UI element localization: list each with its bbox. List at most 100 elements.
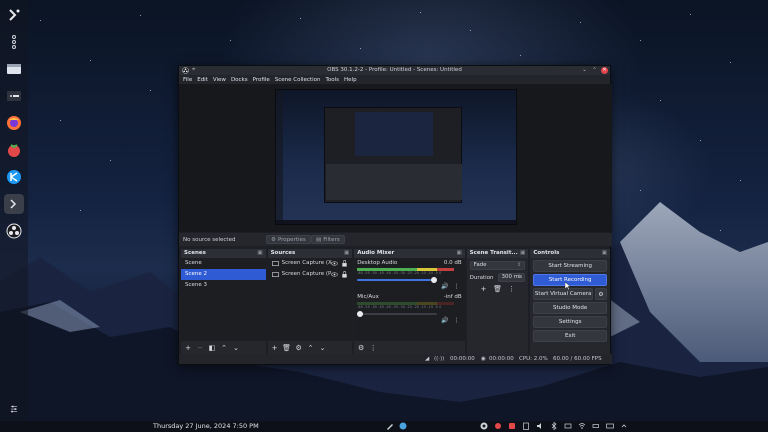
controls-dock-header[interactable]: Controls ▣ bbox=[530, 249, 610, 258]
speaker-icon[interactable]: 🔊 bbox=[441, 317, 448, 324]
menu-profile[interactable]: Profile bbox=[253, 77, 270, 83]
app-circle-icon[interactable] bbox=[399, 422, 407, 430]
wifi-icon[interactable] bbox=[578, 422, 586, 430]
dock-float-icon[interactable]: ▣ bbox=[520, 249, 525, 258]
menu-docks[interactable]: Docks bbox=[231, 77, 248, 83]
channel-menu-icon[interactable]: ⋮ bbox=[454, 283, 460, 290]
settings-button[interactable]: Settings bbox=[533, 316, 607, 328]
add-transition-button[interactable]: + bbox=[480, 285, 488, 293]
start-virtual-camera-button[interactable]: Start Virtual Camera bbox=[533, 288, 593, 300]
tray-expand-icon[interactable] bbox=[620, 422, 628, 430]
firefox-icon[interactable] bbox=[4, 113, 24, 133]
stream-time: 00:00:00 bbox=[450, 356, 475, 362]
clock[interactable]: Thursday 27 June, 2024 7:50 PM bbox=[153, 422, 259, 430]
dock-float-icon[interactable]: ▣ bbox=[602, 249, 607, 258]
remove-transition-icon[interactable]: 🗑 bbox=[493, 285, 502, 293]
duration-label: Duration bbox=[469, 274, 494, 281]
properties-button[interactable]: ⚙ Properties bbox=[266, 235, 311, 244]
clipboard-icon[interactable] bbox=[522, 422, 530, 430]
exit-button[interactable]: Exit bbox=[533, 330, 607, 342]
advanced-audio-icon[interactable]: ⚙ bbox=[357, 344, 365, 352]
maximize-button[interactable]: ⌃ bbox=[591, 67, 598, 74]
add-source-button[interactable]: + bbox=[271, 344, 279, 352]
mixer-footer: ⚙ ⋮ bbox=[354, 341, 465, 354]
duration-spinbox[interactable]: 300 ms ⇕ bbox=[497, 273, 526, 282]
channel-menu-icon[interactable]: ⋮ bbox=[454, 317, 460, 324]
add-scene-button[interactable]: + bbox=[184, 344, 192, 352]
dock-float-icon[interactable]: ▣ bbox=[456, 249, 461, 258]
menu-scene-collection[interactable]: Scene Collection bbox=[275, 77, 321, 83]
obs-icon[interactable] bbox=[4, 221, 24, 241]
transitions-dock-header[interactable]: Scene Transit... ▣ bbox=[466, 249, 529, 258]
no-source-label: No source selected bbox=[183, 236, 236, 243]
mixer-menu-icon[interactable]: ⋮ bbox=[369, 344, 377, 352]
taskmanager-icon[interactable] bbox=[4, 86, 24, 106]
scene-item[interactable]: Scene bbox=[181, 258, 266, 269]
terminal-icon[interactable] bbox=[4, 194, 24, 214]
volume-slider[interactable] bbox=[357, 277, 438, 283]
scene-item[interactable]: Scene 3 bbox=[181, 280, 266, 291]
speaker-icon[interactable]: 🔊 bbox=[441, 283, 448, 290]
bluetooth-icon[interactable] bbox=[550, 422, 558, 430]
transition-select[interactable]: Fade ⇕ bbox=[469, 261, 526, 270]
menu-file[interactable]: File bbox=[183, 77, 192, 83]
dock-float-icon[interactable]: ▣ bbox=[257, 249, 262, 258]
preview-area bbox=[179, 84, 612, 232]
start-streaming-button[interactable]: Start Streaming bbox=[533, 260, 607, 272]
menu-edit[interactable]: Edit bbox=[197, 77, 208, 83]
dock-float-icon[interactable]: ▣ bbox=[344, 249, 349, 258]
taskbar: Thursday 27 June, 2024 7:50 PM bbox=[0, 421, 768, 432]
sources-dock-header[interactable]: Sources ▣ bbox=[267, 249, 353, 258]
volume-slider[interactable] bbox=[357, 311, 438, 317]
channel-db: 0.0 dB bbox=[443, 260, 462, 266]
cpu-usage: CPU: 2.0% bbox=[519, 356, 548, 362]
scene-item[interactable]: Scene 2 bbox=[181, 269, 266, 280]
remove-source-icon[interactable]: 🗑 bbox=[282, 344, 291, 352]
visibility-eye-icon[interactable] bbox=[331, 271, 339, 278]
menu-tools[interactable]: Tools bbox=[325, 77, 339, 83]
network-icon[interactable] bbox=[564, 422, 572, 430]
source-properties-icon[interactable]: ⚙ bbox=[295, 344, 303, 352]
filters-button[interactable]: ▤ Filters bbox=[311, 235, 345, 244]
virtual-camera-settings-icon[interactable]: ⚙ bbox=[594, 288, 607, 300]
stop-tray-icon[interactable] bbox=[508, 422, 516, 430]
raspberry-icon[interactable] bbox=[4, 140, 24, 160]
window-list-icon[interactable] bbox=[4, 59, 24, 79]
lock-icon[interactable] bbox=[341, 271, 348, 278]
scene-filters-icon[interactable]: ◧ bbox=[208, 344, 216, 352]
title-bar[interactable]: ⌖ OBS 30.1.2-2 - Profile: Untitled - Sce… bbox=[179, 66, 610, 75]
menu-help[interactable]: Help bbox=[344, 77, 357, 83]
minimize-button[interactable]: ⌄ bbox=[581, 67, 588, 74]
lock-icon[interactable] bbox=[341, 260, 348, 267]
transition-menu-icon[interactable]: ⋮ bbox=[508, 285, 516, 293]
program-preview[interactable] bbox=[275, 89, 517, 225]
scenes-dock-header[interactable]: Scenes ▣ bbox=[181, 249, 266, 258]
move-down-icon[interactable]: ⌄ bbox=[319, 344, 327, 352]
menu-view[interactable]: View bbox=[213, 77, 226, 83]
settings-sliders-icon[interactable] bbox=[4, 401, 24, 417]
obs-tray-icon[interactable] bbox=[480, 422, 488, 430]
move-up-icon[interactable]: ⌃ bbox=[220, 344, 228, 352]
left-dock bbox=[0, 0, 28, 421]
visibility-eye-icon[interactable] bbox=[331, 260, 339, 267]
overview-icon[interactable] bbox=[4, 32, 24, 52]
pen-icon[interactable] bbox=[386, 422, 394, 430]
kde-launcher-icon[interactable] bbox=[4, 5, 24, 25]
close-button[interactable]: ✕ bbox=[601, 67, 608, 74]
system-tray bbox=[480, 422, 628, 430]
audio-mixer-dock-header[interactable]: Audio Mixer ▣ bbox=[354, 249, 465, 258]
remove-scene-button[interactable]: − bbox=[196, 344, 204, 352]
source-item[interactable]: Screen Capture (X bbox=[268, 258, 353, 269]
volume-icon[interactable] bbox=[536, 422, 544, 430]
gear-icon: ⚙ bbox=[271, 236, 276, 243]
record-tray-icon[interactable] bbox=[494, 422, 502, 430]
move-up-icon[interactable]: ⌃ bbox=[307, 344, 315, 352]
move-down-icon[interactable]: ⌄ bbox=[232, 344, 240, 352]
meter-ticks: -60 -55 -50 -45 -40 -35 -30 -25 -20 -15 … bbox=[357, 305, 442, 309]
source-item[interactable]: Screen Capture (P bbox=[268, 269, 353, 280]
keyboard-icon[interactable] bbox=[606, 422, 614, 430]
studio-mode-button[interactable]: Studio Mode bbox=[533, 302, 607, 314]
record-time: 00:00:00 bbox=[489, 356, 514, 362]
battery-icon[interactable] bbox=[592, 422, 600, 430]
kde-connect-icon[interactable] bbox=[4, 167, 24, 187]
